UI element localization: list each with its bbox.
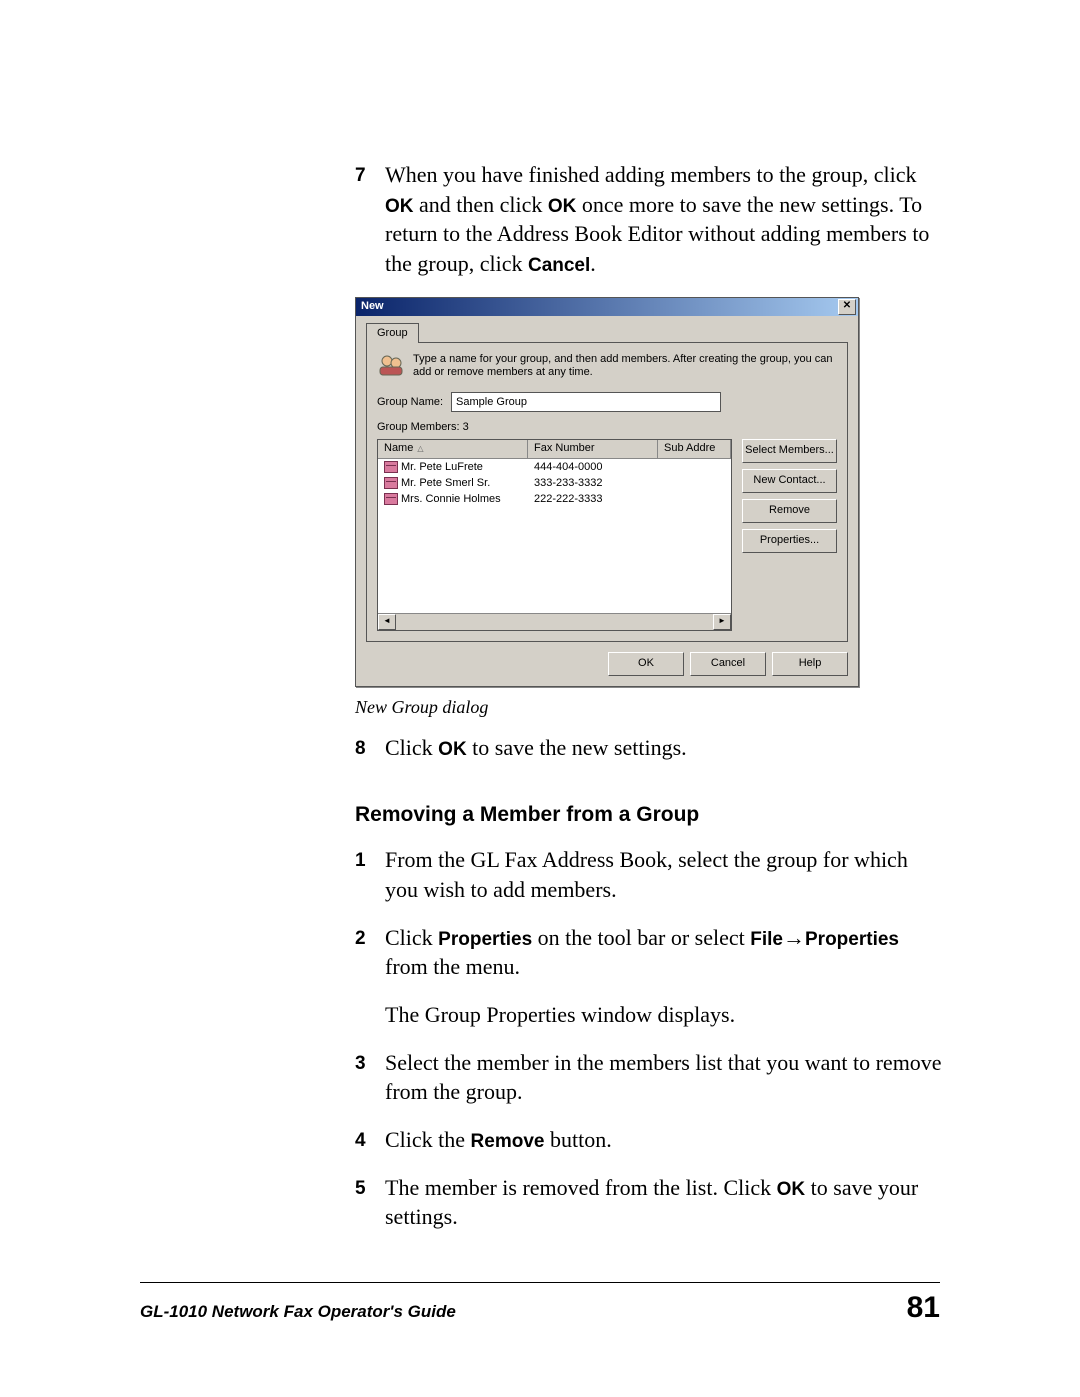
remove-step-1: 1 From the GL Fax Address Book, select t…: [355, 845, 945, 904]
col-sub[interactable]: Sub Addre: [658, 440, 731, 458]
section-heading: Removing a Member from a Group: [355, 801, 945, 829]
paragraph: The Group Properties window displays.: [385, 1000, 945, 1030]
sort-icon: △: [417, 444, 423, 453]
remove-label: Remove: [471, 1131, 545, 1152]
contact-icon: [384, 493, 398, 505]
content-column: 7 When you have finished adding members …: [355, 160, 945, 1232]
select-members-button[interactable]: Select Members...: [742, 439, 837, 463]
text: When you have finished adding members to…: [385, 162, 917, 187]
step-number: 7: [355, 160, 385, 279]
remove-step-5: 5 The member is removed from the list. C…: [355, 1173, 945, 1232]
text: on the tool bar or select: [532, 925, 750, 950]
cell-name: Mrs. Connie Holmes: [401, 492, 501, 507]
new-group-dialog: New ✕ Group Type a name for your group, …: [355, 297, 859, 687]
horizontal-scrollbar[interactable]: ◄ ►: [378, 613, 731, 630]
properties-button[interactable]: Properties...: [742, 529, 837, 553]
properties-label: Properties: [805, 929, 899, 950]
step-7: 7 When you have finished adding members …: [355, 160, 945, 279]
remove-step-2: 2 Click Properties on the tool bar or se…: [355, 923, 945, 982]
dialog-body: Group Type a name for your group, and th…: [356, 316, 858, 686]
step-body: Click the Remove button.: [385, 1125, 945, 1155]
cancel-label: Cancel: [528, 255, 590, 276]
page: 7 When you have finished adding members …: [0, 0, 1080, 1232]
footer-title: GL-1010 Network Fax Operator's Guide: [140, 1302, 456, 1322]
step-number: 8: [355, 733, 385, 763]
contact-icon: [384, 461, 398, 473]
step-body: Click OK to save the new settings.: [385, 733, 945, 763]
list-rows: Mr. Pete LuFrete 444-404-0000 Mr. Pete S…: [378, 459, 731, 507]
hint-row: Type a name for your group, and then add…: [377, 353, 837, 381]
text: .: [590, 251, 596, 276]
step-number: 5: [355, 1173, 385, 1232]
group-name-row: Group Name:: [377, 392, 837, 412]
scroll-left-icon[interactable]: ◄: [378, 614, 396, 630]
close-icon[interactable]: ✕: [838, 299, 856, 315]
ok-button[interactable]: OK: [608, 652, 684, 676]
ok-label: OK: [548, 196, 577, 217]
text: Click the: [385, 1127, 471, 1152]
ok-label: OK: [438, 739, 467, 760]
table-row[interactable]: Mr. Pete LuFrete 444-404-0000: [378, 459, 731, 475]
text: The member is removed from the list. Cli…: [385, 1175, 777, 1200]
list-header: Name△ Fax Number Sub Addre: [378, 440, 731, 459]
col-fax[interactable]: Fax Number: [528, 440, 658, 458]
cell-fax: 222-222-3333: [528, 491, 658, 507]
hint-text: Type a name for your group, and then add…: [413, 353, 837, 381]
cell-fax: 444-404-0000: [528, 459, 658, 475]
text: button.: [544, 1127, 611, 1152]
properties-label: Properties: [438, 929, 532, 950]
text: from the menu.: [385, 954, 520, 979]
dialog-bottom-buttons: OK Cancel Help: [366, 652, 848, 676]
dialog-titlebar: New ✕: [356, 298, 858, 316]
tab-group[interactable]: Group: [366, 323, 419, 343]
contact-icon: [384, 477, 398, 489]
remove-step-4: 4 Click the Remove button.: [355, 1125, 945, 1155]
step-body: From the GL Fax Address Book, select the…: [385, 845, 945, 904]
remove-button[interactable]: Remove: [742, 499, 837, 523]
tab-panel: Type a name for your group, and then add…: [366, 342, 848, 642]
cell-name: Mr. Pete LuFrete: [401, 460, 483, 475]
members-list[interactable]: Name△ Fax Number Sub Addre Mr. Pete LuFr…: [377, 439, 732, 631]
step-number: 3: [355, 1048, 385, 1107]
step-number: 1: [355, 845, 385, 904]
remove-step-3: 3 Select the member in the members list …: [355, 1048, 945, 1107]
group-name-input[interactable]: [451, 392, 721, 412]
arrow-icon: →: [783, 925, 805, 950]
step-number: 2: [355, 923, 385, 982]
page-number: 81: [907, 1291, 940, 1325]
step-body: When you have finished adding members to…: [385, 160, 945, 279]
ok-label: OK: [777, 1179, 806, 1200]
step-body: The member is removed from the list. Cli…: [385, 1173, 945, 1232]
step-body: Click Properties on the tool bar or sele…: [385, 923, 945, 982]
page-footer: GL-1010 Network Fax Operator's Guide 81: [140, 1282, 940, 1325]
step-body: Select the member in the members list th…: [385, 1048, 945, 1107]
step-8: 8 Click OK to save the new settings.: [355, 733, 945, 763]
dialog-title: New: [361, 299, 384, 314]
cell-fax: 333-233-3332: [528, 475, 658, 491]
group-icon: [377, 353, 405, 377]
table-row[interactable]: Mrs. Connie Holmes 222-222-3333: [378, 491, 731, 507]
cancel-button[interactable]: Cancel: [690, 652, 766, 676]
help-button[interactable]: Help: [772, 652, 848, 676]
file-label: File: [750, 929, 783, 950]
scroll-right-icon[interactable]: ►: [713, 614, 731, 630]
text: to save the new settings.: [467, 735, 687, 760]
group-members-label: Group Members: 3: [377, 420, 837, 435]
new-contact-button[interactable]: New Contact...: [742, 469, 837, 493]
step-number: 4: [355, 1125, 385, 1155]
table-row[interactable]: Mr. Pete Smerl Sr. 333-233-3332: [378, 475, 731, 491]
text: Click: [385, 925, 438, 950]
figure-caption: New Group dialog: [355, 695, 945, 719]
group-name-label: Group Name:: [377, 395, 443, 410]
list-area: Name△ Fax Number Sub Addre Mr. Pete LuFr…: [377, 439, 837, 631]
ok-label: OK: [385, 196, 414, 217]
cell-name: Mr. Pete Smerl Sr.: [401, 476, 490, 491]
text: and then click: [414, 192, 548, 217]
side-buttons: Select Members... New Contact... Remove …: [742, 439, 837, 631]
col-name[interactable]: Name△: [378, 440, 528, 458]
text: Click: [385, 735, 438, 760]
